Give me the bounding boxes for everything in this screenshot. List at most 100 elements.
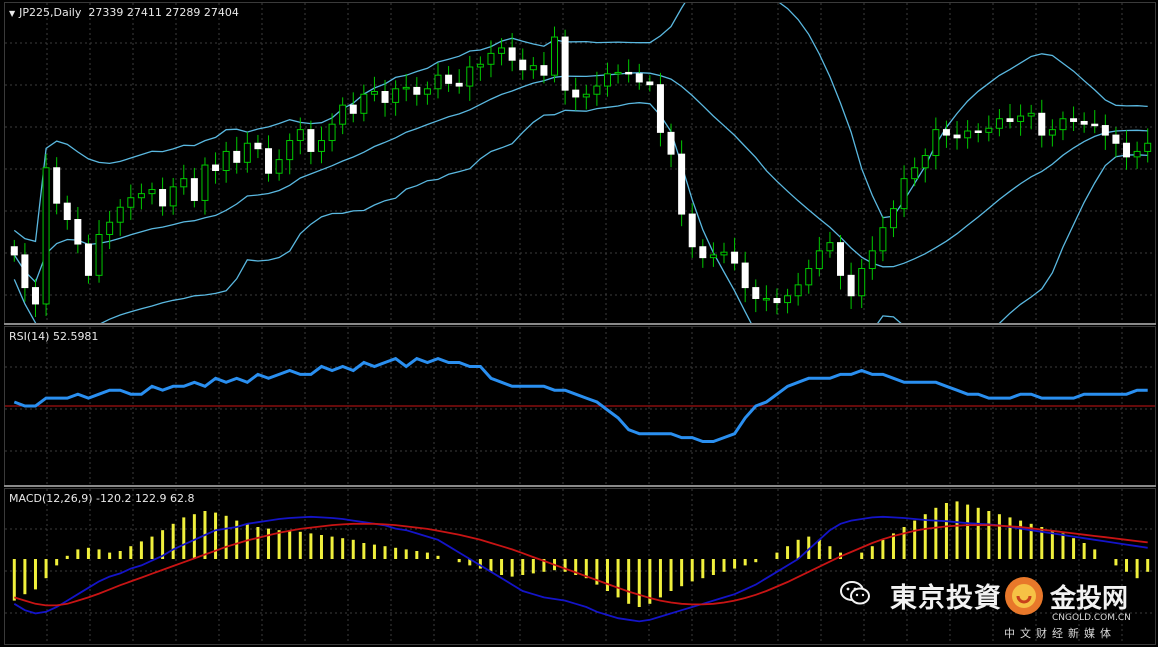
bearish-candle bbox=[688, 203, 696, 258]
candle-body bbox=[1048, 129, 1056, 136]
bullish-candle bbox=[1059, 111, 1067, 141]
bearish-candle bbox=[953, 121, 961, 150]
bullish-candle bbox=[709, 242, 717, 267]
candle-body bbox=[508, 47, 516, 61]
candle-body bbox=[974, 130, 982, 133]
rsi-pane[interactable]: RSI(14) 52.5981 bbox=[4, 326, 1156, 486]
bullish-candle bbox=[582, 84, 590, 110]
candle-body bbox=[815, 250, 823, 270]
candle-body bbox=[731, 251, 739, 264]
bullish-candle bbox=[317, 126, 325, 164]
bullish-candle bbox=[106, 210, 114, 250]
candle-body bbox=[137, 193, 145, 199]
bullish-candle bbox=[794, 272, 802, 306]
bearish-candle bbox=[1038, 99, 1046, 148]
bullish-candle bbox=[815, 236, 823, 277]
bollinger-lower-band bbox=[13, 102, 1148, 323]
candle-body bbox=[159, 189, 167, 207]
candle-body bbox=[1080, 120, 1088, 125]
candle-body bbox=[402, 86, 410, 90]
candle-body bbox=[794, 284, 802, 297]
bullish-candle bbox=[1133, 141, 1141, 169]
candle-body bbox=[572, 89, 580, 98]
candle-body bbox=[593, 85, 601, 95]
bearish-candle bbox=[233, 136, 241, 174]
bearish-candle bbox=[699, 239, 707, 268]
candle-body bbox=[74, 219, 82, 245]
bullish-candle bbox=[551, 26, 559, 83]
candle-body bbox=[709, 254, 717, 259]
candle-body bbox=[837, 242, 845, 276]
bullish-candle bbox=[858, 259, 866, 309]
bearish-candle bbox=[381, 79, 389, 117]
watermark-site-name: 金投网 bbox=[1050, 584, 1129, 614]
bearish-candle bbox=[31, 278, 39, 318]
bullish-candle bbox=[169, 177, 177, 215]
candle-body bbox=[784, 295, 792, 304]
candle-body bbox=[148, 189, 156, 195]
candle-body bbox=[847, 274, 855, 297]
candle-body bbox=[31, 287, 39, 305]
bearish-candle bbox=[1006, 104, 1014, 129]
bearish-candle bbox=[1101, 114, 1109, 150]
bullish-candle bbox=[1048, 119, 1056, 147]
candle-body bbox=[688, 213, 696, 248]
bullish-candle bbox=[402, 73, 410, 102]
candle-body bbox=[1070, 118, 1078, 122]
price-chart-pane[interactable]: ▼ JP225,Daily 27339 27411 27289 27404 bbox=[4, 2, 1156, 324]
pane-separator[interactable] bbox=[4, 485, 1156, 487]
candle-body bbox=[222, 150, 230, 171]
candle-body bbox=[678, 153, 686, 215]
bullish-candle bbox=[201, 157, 209, 215]
cngold-logo-icon bbox=[1005, 577, 1043, 615]
candle-body bbox=[21, 254, 29, 289]
candle-body bbox=[42, 167, 50, 305]
candle-body bbox=[286, 140, 294, 161]
bearish-candle bbox=[265, 135, 273, 182]
candle-body bbox=[551, 36, 559, 76]
candle-body bbox=[762, 297, 770, 301]
bearish-candle bbox=[455, 69, 463, 94]
candle-body bbox=[900, 178, 908, 210]
candle-body bbox=[519, 59, 527, 71]
candle-body bbox=[1123, 142, 1131, 158]
bollinger-middle-band bbox=[13, 72, 1148, 284]
candle-body bbox=[169, 186, 177, 207]
candle-body bbox=[667, 131, 675, 155]
bullish-candle bbox=[392, 80, 400, 116]
candle-body bbox=[985, 127, 993, 133]
bullish-candle bbox=[42, 154, 50, 317]
candle-body bbox=[805, 268, 813, 286]
bullish-candle bbox=[614, 64, 622, 84]
candle-body bbox=[434, 74, 442, 90]
bullish-candle bbox=[985, 115, 993, 142]
bearish-candle bbox=[1080, 112, 1088, 133]
bearish-candle bbox=[21, 243, 29, 302]
bearish-candle bbox=[974, 123, 982, 143]
candle-body bbox=[339, 104, 347, 125]
candle-body bbox=[921, 155, 929, 169]
bullish-candle bbox=[360, 84, 368, 122]
candle-body bbox=[1059, 118, 1067, 131]
ohlc-label: 27339 27411 27289 27404 bbox=[88, 6, 239, 19]
candle-body bbox=[1091, 123, 1099, 127]
bearish-candle bbox=[349, 92, 357, 123]
price-pane-label: ▼ JP225,Daily 27339 27411 27289 27404 bbox=[9, 6, 239, 19]
watermark: 東京投資 金投网 CNGOLD.COM.CN 中文财经新媒体 bbox=[838, 574, 1158, 647]
candle-body bbox=[53, 167, 61, 204]
bearish-candle bbox=[667, 123, 675, 168]
watermark-tagline: 中文财经新媒体 bbox=[1004, 627, 1116, 640]
bearish-candle bbox=[837, 235, 845, 290]
bullish-candle bbox=[1017, 104, 1025, 136]
symbol-dropdown-icon[interactable]: ▼ bbox=[9, 9, 15, 18]
candle-body bbox=[561, 36, 569, 91]
bullish-candle bbox=[339, 97, 347, 135]
candle-body bbox=[381, 91, 389, 103]
trading-terminal: ▼ JP225,Daily 27339 27411 27289 27404 RSI… bbox=[0, 0, 1158, 647]
bearish-candle bbox=[74, 206, 82, 254]
bullish-candle bbox=[466, 55, 474, 101]
pane-separator[interactable] bbox=[4, 323, 1156, 325]
candle-body bbox=[964, 130, 972, 139]
candle-body bbox=[720, 251, 728, 256]
candle-body bbox=[275, 159, 283, 174]
